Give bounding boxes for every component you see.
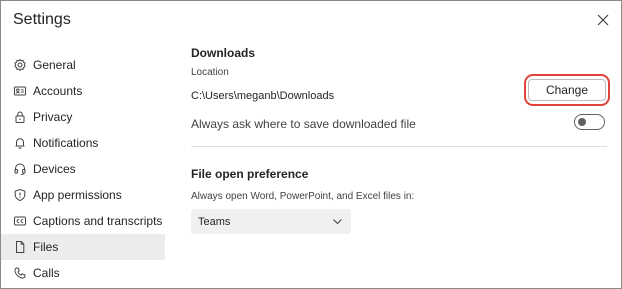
sidebar-item-label: Calls (33, 266, 60, 280)
shield-icon (13, 188, 27, 202)
file-open-preference-heading: File open preference (191, 167, 309, 181)
sidebar-item-label: Privacy (33, 110, 73, 124)
lock-icon (13, 110, 27, 124)
section-divider (191, 146, 607, 147)
sidebar-item-captions[interactable]: Captions and transcripts (1, 208, 165, 234)
settings-sidebar: General Accounts Privacy Notifications D… (1, 52, 165, 286)
sidebar-item-label: App permissions (33, 188, 122, 202)
sidebar-item-label: Accounts (33, 84, 83, 98)
sidebar-item-notifications[interactable]: Notifications (1, 130, 165, 156)
sidebar-item-label: Captions and transcripts (33, 214, 163, 228)
ask-where-to-save-toggle[interactable] (574, 114, 605, 130)
sidebar-item-label: Notifications (33, 136, 99, 150)
sidebar-item-files[interactable]: Files (1, 234, 165, 260)
sidebar-item-label: General (33, 58, 76, 72)
settings-window: Settings General Accounts Privacy Notifi… (0, 0, 622, 289)
ask-where-to-save-label: Always ask where to save downloaded file (191, 117, 416, 131)
sidebar-item-privacy[interactable]: Privacy (1, 104, 165, 130)
file-open-description: Always open Word, PowerPoint, and Excel … (191, 191, 415, 202)
sidebar-item-devices[interactable]: Devices (1, 156, 165, 182)
file-icon (13, 240, 27, 254)
id-card-icon (13, 84, 27, 98)
sidebar-item-app-permissions[interactable]: App permissions (1, 182, 165, 208)
sidebar-item-calls[interactable]: Calls (1, 260, 165, 286)
headset-icon (13, 162, 27, 176)
captions-icon (13, 214, 27, 228)
sidebar-item-label: Devices (33, 162, 76, 176)
toggle-knob (578, 118, 586, 126)
files-settings-panel: Downloads Location C:\Users\meganb\Downl… (191, 1, 621, 288)
window-title: Settings (13, 11, 71, 28)
file-open-app-select[interactable]: Teams (191, 209, 351, 234)
gear-icon (13, 58, 27, 72)
change-button[interactable]: Change (528, 79, 606, 101)
location-label: Location (191, 67, 229, 78)
download-path: C:\Users\meganb\Downloads (191, 90, 335, 102)
select-value: Teams (198, 215, 231, 228)
sidebar-item-general[interactable]: General (1, 52, 165, 78)
downloads-heading: Downloads (191, 46, 256, 60)
chevron-down-icon (332, 216, 343, 227)
sidebar-item-label: Files (33, 240, 59, 254)
sidebar-item-accounts[interactable]: Accounts (1, 78, 165, 104)
phone-icon (13, 266, 27, 280)
bell-icon (13, 136, 27, 150)
